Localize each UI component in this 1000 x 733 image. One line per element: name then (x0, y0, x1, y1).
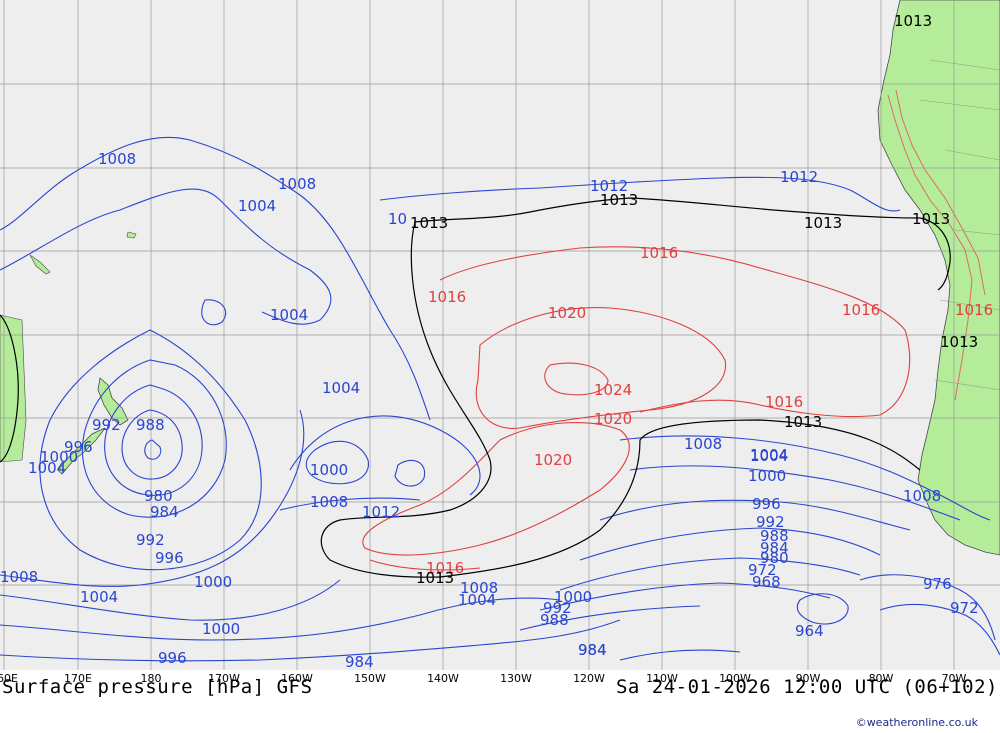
iso-label: 1013 (410, 214, 448, 232)
iso-label: 1008 (903, 487, 941, 505)
iso-label: 1020 (594, 410, 632, 428)
iso-label: 1016 (765, 393, 803, 411)
iso-label: 1020 (534, 451, 572, 469)
iso-label: 984 (150, 503, 179, 521)
iso-label: 1004 (750, 447, 788, 465)
iso-label: 1008 (278, 175, 316, 193)
iso-label: 1000 (202, 620, 240, 638)
lon-label-150w: 150W (354, 672, 386, 685)
iso-label: 988 (136, 416, 165, 434)
iso-label: 996 (158, 649, 187, 667)
iso-label: 1016 (428, 288, 466, 306)
iso-label: 1000 (748, 467, 786, 485)
map-title: Surface pressure [hPa] GFS (2, 676, 313, 698)
iso-label: 1008 (310, 493, 348, 511)
iso-label: 1008 (98, 150, 136, 168)
iso-label: 996 (155, 549, 184, 567)
iso-label: 1000 (194, 573, 232, 591)
iso-label: 1012 (362, 503, 400, 521)
pressure-map: 1008 1008 1004 1004 1004 1000 1008 1012 … (0, 0, 1000, 670)
iso-label: 1013 (804, 214, 842, 232)
iso-label: 1024 (594, 381, 632, 399)
iso-label: 1008 (0, 568, 38, 586)
iso-label: 992 (136, 531, 165, 549)
iso-label: 1020 (548, 304, 586, 322)
iso-label: 1008 (684, 435, 722, 453)
lon-label-120w: 120W (573, 672, 605, 685)
iso-label: 1004 (28, 459, 66, 477)
iso-label: 1004 (80, 588, 118, 606)
iso-label: 984 (345, 653, 374, 670)
iso-label: 984 (578, 641, 607, 659)
iso-label: 1004 (458, 591, 496, 609)
valid-time: Sa 24-01-2026 12:00 UTC (06+102) (615, 676, 998, 698)
iso-label: 1013 (912, 210, 950, 228)
iso-label: 10 (388, 210, 407, 228)
iso-label: 964 (795, 622, 824, 640)
iso-label: 1000 (310, 461, 348, 479)
iso-label: 1013 (894, 12, 932, 30)
iso-label: 1016 (640, 244, 678, 262)
iso-label: 1012 (780, 168, 818, 186)
iso-label: 976 (923, 575, 952, 593)
iso-label: 1013 (784, 413, 822, 431)
lon-label-140w: 140W (427, 672, 459, 685)
iso-label: 988 (540, 611, 569, 629)
iso-label: 1004 (322, 379, 360, 397)
iso-label: 972 (950, 599, 979, 617)
iso-label: 992 (92, 416, 121, 434)
iso-label: 1016 (955, 301, 993, 319)
iso-label: 968 (752, 573, 781, 591)
iso-label: 1013 (416, 569, 454, 587)
lon-label-130w: 130W (500, 672, 532, 685)
iso-label: 1016 (842, 301, 880, 319)
iso-label: 1013 (600, 191, 638, 209)
credit-link[interactable]: ©weatheronline.co.uk (856, 716, 978, 729)
iso-label: 1013 (940, 333, 978, 351)
iso-label: 1004 (238, 197, 276, 215)
iso-label: 996 (752, 495, 781, 513)
iso-label: 1004 (270, 306, 308, 324)
